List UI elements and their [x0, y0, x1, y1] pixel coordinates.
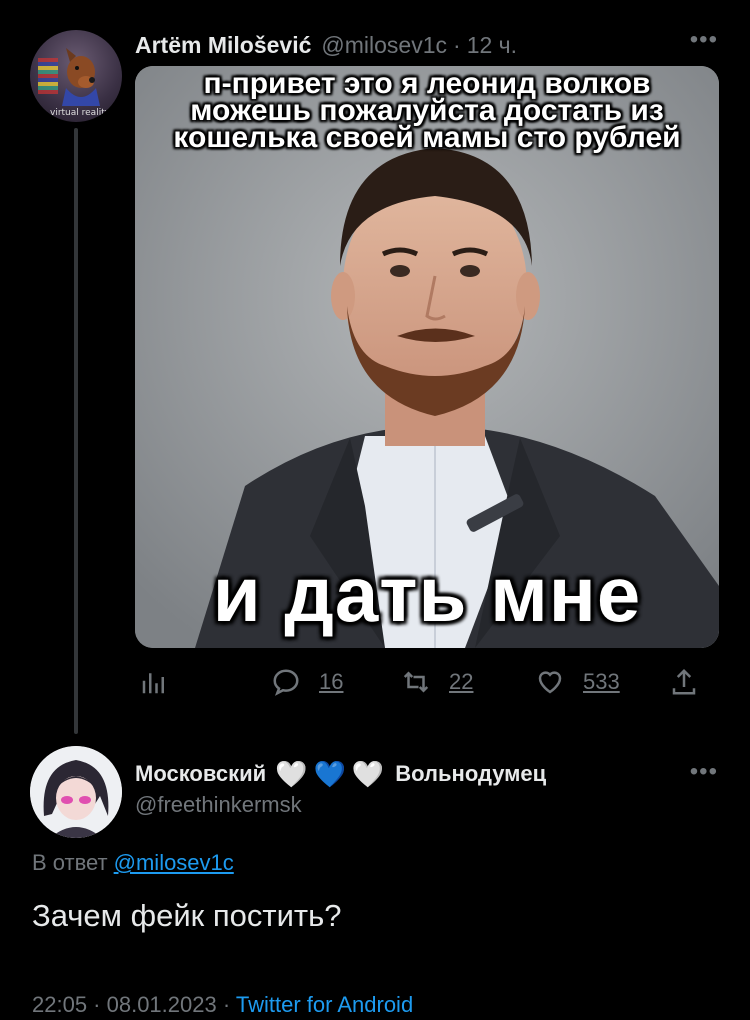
- reply-author-handle[interactable]: @freethinkermsk: [135, 792, 302, 818]
- header-separator: ·: [453, 31, 461, 58]
- author-handle[interactable]: @milosev1c: [321, 32, 447, 59]
- replying-to: В ответ @milosev1c: [32, 850, 234, 876]
- tweet-thread: virtual reality Artëm Milošević @milosev…: [0, 0, 750, 1020]
- meme-caption-bottom: и дать мне: [212, 550, 642, 638]
- share-icon: [672, 668, 696, 695]
- reply-author-name-part2: Вольнодумец: [395, 761, 547, 786]
- reply-author-name-part1: Московский: [135, 761, 267, 786]
- heart-icon: [538, 671, 562, 694]
- like-count: 533: [583, 669, 620, 694]
- retweet-button[interactable]: 22: [401, 662, 473, 702]
- share-button[interactable]: [669, 662, 699, 702]
- reply-source-link[interactable]: Twitter for Android: [236, 992, 413, 1017]
- reply-author-name[interactable]: Московский 🤍 💙 🤍 Вольнодумец: [135, 759, 546, 789]
- anime-avatar-icon: [30, 746, 122, 838]
- white-heart-icon: 🤍: [275, 759, 308, 789]
- meme-caption-top: п-привет это я леонид волков можешь пожа…: [173, 67, 681, 154]
- author-avatar[interactable]: virtual reality: [30, 30, 122, 122]
- thread-connector-line: [74, 128, 78, 734]
- tweet-header: Artëm Milošević @milosev1c · 12 ч.: [135, 30, 517, 60]
- white-heart-icon: 🤍: [351, 759, 385, 789]
- reply-bubble-icon: [273, 669, 299, 696]
- reply-author-avatar[interactable]: [30, 746, 122, 838]
- analytics-button[interactable]: [139, 662, 169, 702]
- retweet-count: 22: [449, 669, 474, 694]
- reply-metadata: 22:05 · 08.01.2023 · Twitter for Android: [32, 992, 413, 1018]
- replying-to-handle-link[interactable]: @milosev1c: [114, 850, 234, 875]
- tweet-time[interactable]: 12 ч.: [467, 32, 517, 59]
- blue-heart-icon: 💙: [313, 759, 346, 789]
- analytics-icon: [142, 673, 164, 694]
- reply-count: 16: [319, 669, 344, 694]
- like-button[interactable]: 533: [535, 662, 620, 702]
- tweet-media-image[interactable]: п-привет это я леонид волков можешь пожа…: [135, 66, 719, 648]
- avatar-caption: virtual reality: [50, 108, 111, 118]
- more-options-icon[interactable]: •••: [690, 28, 718, 52]
- retweet-icon: [403, 671, 429, 693]
- tweet-actions: 16 22 533: [135, 662, 719, 702]
- more-options-icon[interactable]: •••: [690, 760, 718, 784]
- reply-timestamp[interactable]: 22:05 · 08.01.2023 ·: [32, 992, 230, 1017]
- author-name[interactable]: Artëm Milošević: [135, 32, 311, 59]
- dog-avatar-icon: [62, 48, 100, 106]
- reply-text: Зачем фейк постить?: [32, 898, 342, 933]
- reply-button[interactable]: 16: [271, 662, 343, 702]
- replying-to-label: В ответ: [32, 850, 108, 875]
